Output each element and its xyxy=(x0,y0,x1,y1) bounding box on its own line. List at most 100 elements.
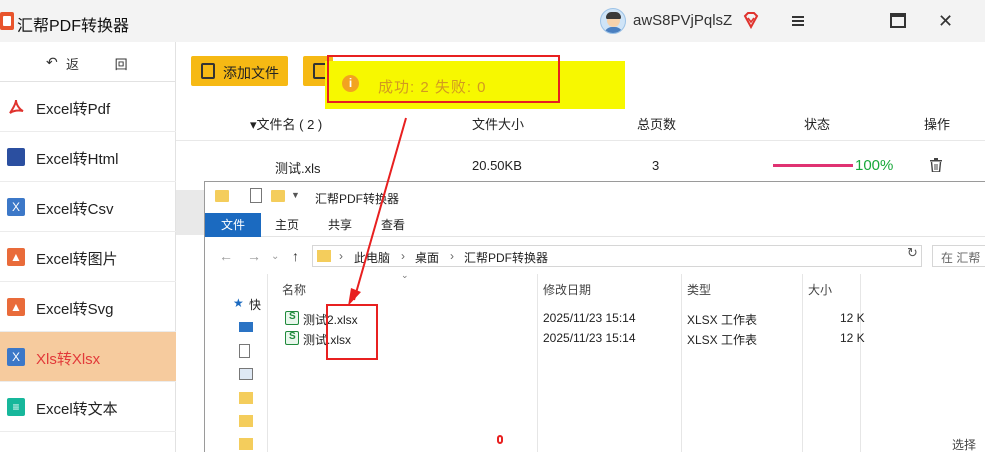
properties-icon[interactable] xyxy=(250,188,262,203)
picture-icon[interactable] xyxy=(239,368,253,380)
xlsx-file-icon xyxy=(285,311,299,325)
maximize-icon[interactable] xyxy=(890,13,906,28)
folder-icon xyxy=(317,250,331,262)
sidebar-item-label: Excel转Csv xyxy=(36,201,114,218)
status-bar-text: 选择要 xyxy=(952,438,977,452)
up-arrow-icon[interactable]: ↑ xyxy=(292,248,299,264)
column-header-actions: 操作 xyxy=(924,117,951,132)
menu-icon[interactable] xyxy=(790,13,806,29)
sidebar-item-excel-image[interactable]: ▲ Excel转图片 xyxy=(0,232,176,282)
divider xyxy=(681,274,682,452)
refresh-icon[interactable]: ↻ xyxy=(907,245,918,261)
divider xyxy=(802,274,803,452)
back-arrow-icon[interactable]: ← xyxy=(219,248,233,264)
divider xyxy=(537,274,538,452)
highlight-box xyxy=(326,304,378,360)
sidebar-item-excel-text[interactable]: ≡ Excel转文本 xyxy=(0,382,176,432)
avatar[interactable] xyxy=(600,8,626,34)
forward-arrow-icon[interactable]: → xyxy=(247,248,261,264)
html-icon xyxy=(7,148,25,166)
file-explorer-window: ▼ 汇帮PDF转换器 文件 主页 共享 查看 ← → ⌄ ↑ › 此电脑 › 桌… xyxy=(204,181,985,452)
folder-icon[interactable] xyxy=(239,438,253,450)
sidebar: ↶ 返 回 Excel转Pdf Excel转Html X Excel转Csv ▲… xyxy=(0,42,176,452)
username[interactable]: awS8PVjPqlsZ xyxy=(633,12,732,29)
tab-file[interactable]: 文件 xyxy=(205,213,261,237)
vip-diamond-icon[interactable] xyxy=(742,11,760,29)
column-header-filename[interactable]: ▾文件名 ( 2 ) xyxy=(250,114,322,133)
tab-home[interactable]: 主页 xyxy=(275,213,299,237)
chevron-down-icon[interactable]: ▼ xyxy=(291,190,300,200)
column-header-name[interactable]: 名称 xyxy=(282,281,306,298)
back-label: 返 回 xyxy=(66,57,144,72)
progress-label: 100% xyxy=(855,157,894,174)
sidebar-item-label: Excel转文本 xyxy=(36,401,118,418)
column-header-date[interactable]: 修改日期 xyxy=(543,281,591,298)
page-count-cell: 3 xyxy=(652,158,660,173)
annotation-mark xyxy=(497,435,503,444)
text-icon: ≡ xyxy=(7,398,25,416)
sidebar-item-label: Excel转Pdf xyxy=(36,101,111,118)
svg-icon: ▲ xyxy=(7,298,25,316)
excel-icon: X xyxy=(7,348,25,366)
back-button[interactable]: ↶ 返 回 xyxy=(0,42,176,82)
add-file-button[interactable]: 添加文件 xyxy=(191,56,288,86)
image-icon: ▲ xyxy=(7,248,25,266)
document-icon[interactable] xyxy=(239,344,250,358)
sidebar-item-label: Excel转Svg xyxy=(36,301,114,318)
desktop-icon[interactable] xyxy=(239,322,253,332)
star-icon: ★ xyxy=(233,296,244,310)
file-date: 2025/11/23 15:14 xyxy=(543,311,636,325)
ribbon: 文件 主页 共享 查看 xyxy=(205,213,985,237)
column-header-type[interactable]: 类型 xyxy=(687,281,711,298)
sidebar-item-xls-xlsx[interactable]: X Xls转Xlsx xyxy=(0,332,176,382)
new-folder-icon[interactable] xyxy=(271,190,285,202)
folder-icon[interactable] xyxy=(239,415,253,427)
explorer-title-bar: ▼ 汇帮PDF转换器 xyxy=(205,182,985,212)
close-icon[interactable]: ✕ xyxy=(938,11,953,32)
annotation-arrow xyxy=(348,117,407,306)
divider xyxy=(176,140,985,141)
file-type: XLSX 工作表 xyxy=(687,333,758,347)
progress-fill xyxy=(773,164,853,167)
address-row: ← → ⌄ ↑ › 此电脑 › 桌面 › 汇帮PDF转换器 ▼ ↻ 在 汇帮 xyxy=(205,242,985,272)
sidebar-item-excel-pdf[interactable]: Excel转Pdf xyxy=(0,82,176,132)
trash-icon[interactable] xyxy=(930,158,942,172)
column-header-status: 状态 xyxy=(804,117,831,132)
excel-icon: X xyxy=(7,198,25,216)
column-header-pages: 总页数 xyxy=(637,117,677,132)
file-type: XLSX 工作表 xyxy=(687,313,758,327)
navigation-pane: ★ 快 xyxy=(205,272,265,452)
column-header-size: 文件大小 xyxy=(472,117,525,132)
folder-icon xyxy=(215,190,229,202)
quick-access-label[interactable]: 快 xyxy=(249,296,261,313)
search-input[interactable]: 在 汇帮 xyxy=(932,245,985,267)
recent-dropdown-icon[interactable]: ⌄ xyxy=(271,251,279,262)
sidebar-item-label: Xls转Xlsx xyxy=(36,351,101,368)
add-file-icon xyxy=(201,63,215,79)
sidebar-item-excel-html[interactable]: Excel转Html xyxy=(0,132,176,182)
file-date: 2025/11/23 15:14 xyxy=(543,331,636,345)
title-bar: 汇帮PDF转换器 awS8PVjPqlsZ ✕ xyxy=(0,0,985,42)
pdf-icon xyxy=(9,99,24,114)
divider xyxy=(267,274,268,452)
divider xyxy=(860,274,861,452)
highlight-box xyxy=(327,55,560,103)
breadcrumb[interactable]: 汇帮PDF转换器 xyxy=(464,249,548,266)
file-size: 12 K xyxy=(840,331,865,345)
progress-bar xyxy=(773,164,853,167)
sidebar-item-label: Excel转Html xyxy=(36,151,119,168)
search-placeholder: 在 汇帮 xyxy=(941,251,981,265)
folder-icon[interactable] xyxy=(239,392,253,404)
column-header-size[interactable]: 大小 xyxy=(808,281,832,298)
add-file-label: 添加文件 xyxy=(223,65,279,81)
xlsx-file-icon xyxy=(285,331,299,345)
app-window: 汇帮PDF转换器 awS8PVjPqlsZ ✕ ↶ 返 回 Excel转Pdf xyxy=(0,0,985,452)
sidebar-item-excel-csv[interactable]: X Excel转Csv xyxy=(0,182,176,232)
file-name-cell: 测试.xls xyxy=(275,161,321,176)
file-size-cell: 20.50KB xyxy=(472,158,522,173)
app-logo-icon xyxy=(0,12,14,30)
file-size: 12 K xyxy=(840,311,865,325)
back-arrow-icon: ↶ xyxy=(46,54,58,70)
sidebar-item-excel-svg[interactable]: ▲ Excel转Svg xyxy=(0,282,176,332)
sidebar-item-label: Excel转图片 xyxy=(36,251,118,268)
